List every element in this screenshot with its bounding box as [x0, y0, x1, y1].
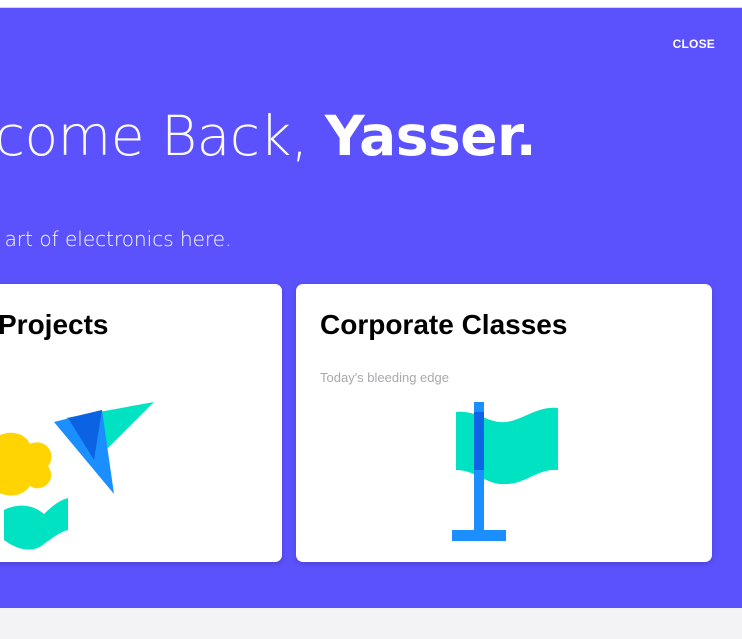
abstract-shapes-icon [0, 402, 154, 550]
corporate-classes-card-title: Corporate Classes [320, 309, 568, 340]
flag-icon [452, 402, 558, 541]
corporate-classes-card[interactable]: Corporate Classes Today's bleeding edge [296, 284, 712, 562]
corporate-classes-card-subtitle: Today's bleeding edge [320, 370, 449, 385]
welcome-heading: lcome Back, Yasser. [0, 109, 537, 164]
welcome-prefix: lcome Back, [0, 104, 325, 168]
projects-card-title: Projects [0, 309, 109, 340]
window-top-edge [0, 0, 742, 8]
welcome-overlay: CLOSE lcome Back, Yasser. e art of elect… [0, 8, 742, 608]
welcome-subtitle: e art of electronics here. [0, 227, 232, 251]
projects-card[interactable]: Projects [0, 284, 282, 562]
close-button[interactable]: CLOSE [673, 37, 715, 51]
user-name: Yasser. [324, 104, 537, 168]
